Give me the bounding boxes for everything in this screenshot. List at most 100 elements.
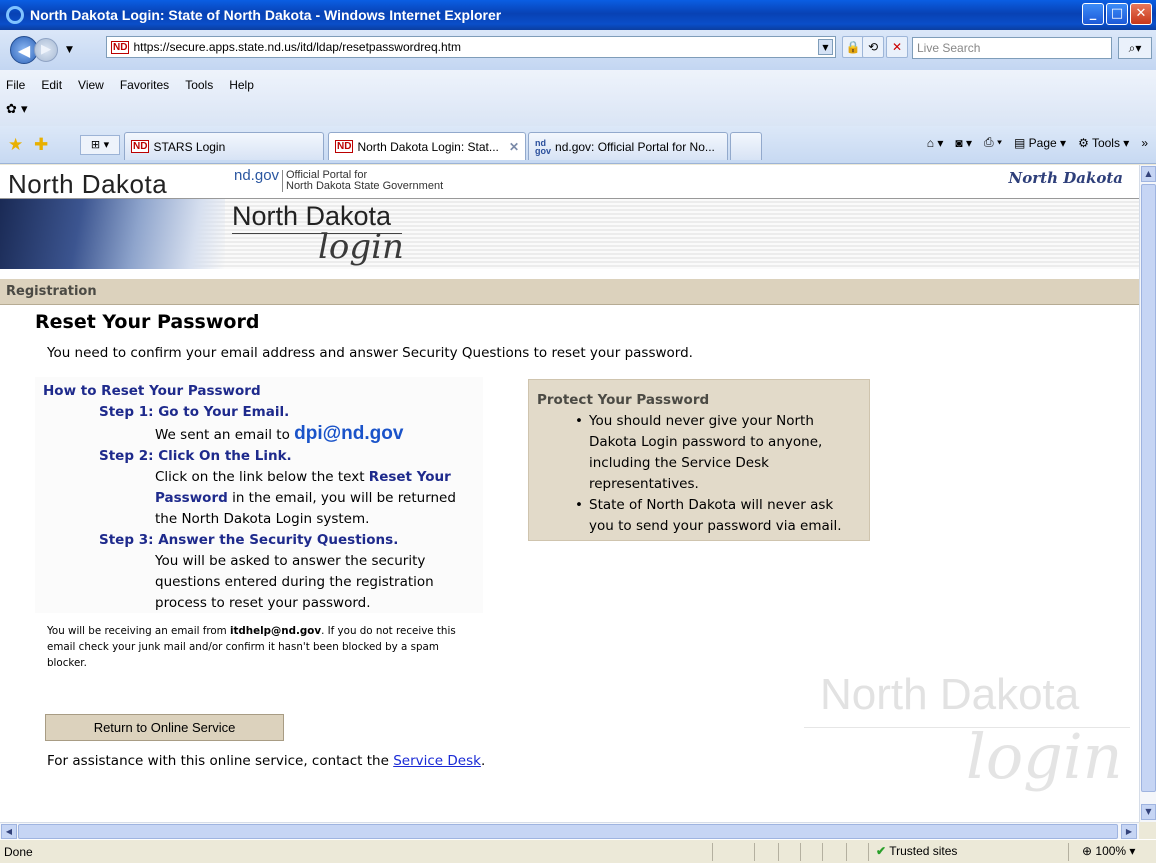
banner-login: login [318, 227, 404, 267]
tab-label: North Dakota Login: Stat... [357, 139, 499, 154]
close-button[interactable]: ✕ [1130, 3, 1152, 25]
window-title-bar: North Dakota Login: State of North Dakot… [0, 0, 1156, 30]
scroll-left-icon[interactable]: ◀ [1, 824, 17, 839]
status-bar: Done ✔ Trusted sites ⊕ 100% ▾ [0, 839, 1156, 863]
address-toolbar: ◀ ▶ ▼ ND https://secure.apps.state.nd.us… [0, 30, 1156, 70]
security-zone[interactable]: ✔ Trusted sites [876, 844, 957, 858]
watermark-line2: login [966, 720, 1123, 793]
home-icon[interactable]: ⌂ ▾ [927, 136, 944, 150]
zoom-level-label: 100% [1095, 844, 1127, 858]
assist-text: For assistance with this online service,… [47, 753, 389, 769]
nd-favicon-icon: ND [131, 140, 150, 153]
protect-list: You should never give your North Dakota … [537, 411, 861, 537]
add-favorite-icon[interactable]: ✚ [34, 135, 48, 155]
status-divider [712, 843, 713, 861]
step-1-text: We sent an email to dpi@nd.gov [43, 423, 475, 446]
site-header: North Dakota nd.gov Official Portal for … [0, 165, 1139, 199]
section-header: Registration [0, 279, 1139, 305]
status-divider [1068, 843, 1069, 861]
close-tab-icon[interactable]: ✕ [509, 140, 519, 154]
vertical-scroll-thumb[interactable] [1141, 184, 1156, 792]
ndgov-logo[interactable]: nd.gov [234, 167, 279, 184]
lock-icon[interactable]: 🔒 [842, 36, 864, 58]
protect-password-panel: Protect Your Password You should never g… [528, 379, 870, 541]
status-divider [868, 843, 869, 861]
tab-north-dakota-login[interactable]: ND North Dakota Login: Stat... ✕ [328, 132, 526, 160]
toolbar-options-icon[interactable]: ✿ ▾ [6, 102, 28, 117]
tab-label: STARS Login [153, 139, 226, 154]
forward-button[interactable]: ▶ [34, 38, 58, 62]
page-menu[interactable]: ▤ Page ▾ [1014, 136, 1066, 150]
tools-menu-label: Tools [1091, 135, 1120, 150]
notice-text-a: You will be receiving an email from [47, 625, 227, 637]
scroll-down-icon[interactable]: ▼ [1141, 804, 1156, 820]
tab-bar: ★ ✚ ⊞ ▾ ND STARS Login ND North Dakota L… [0, 126, 1156, 164]
status-divider [846, 843, 847, 861]
maximize-button[interactable]: □ [1106, 3, 1128, 25]
status-divider [778, 843, 779, 861]
menu-view[interactable]: View [78, 78, 104, 92]
horizontal-scroll-thumb[interactable] [18, 824, 1118, 839]
zoom-level[interactable]: ⊕ 100% ▾ [1082, 844, 1135, 858]
new-tab-button[interactable] [730, 132, 762, 160]
scroll-up-icon[interactable]: ▲ [1141, 166, 1156, 182]
status-divider [800, 843, 801, 861]
stop-icon[interactable]: ✕ [886, 36, 908, 58]
favorites-center-icon[interactable]: ★ [8, 135, 23, 155]
horizontal-scrollbar[interactable]: ◀ ▶ [0, 822, 1139, 839]
tab-label: nd.gov: Official Portal for No... [555, 139, 715, 154]
minimize-button[interactable]: _ [1082, 3, 1104, 25]
tab-nd-gov-portal[interactable]: nd gov nd.gov: Official Portal for No... [528, 132, 728, 160]
menu-help[interactable]: Help [229, 78, 254, 92]
recent-pages-dropdown[interactable]: ▼ [66, 45, 73, 55]
tab-stars-login[interactable]: ND STARS Login [124, 132, 324, 160]
scroll-corner [1139, 822, 1156, 839]
menu-tools[interactable]: Tools [185, 78, 213, 92]
status-divider [822, 843, 823, 861]
service-desk-link[interactable]: Service Desk [393, 753, 481, 769]
search-input[interactable]: Live Search [912, 37, 1112, 59]
intro-text: You need to confirm your email address a… [47, 345, 693, 361]
site-wordmark: North Dakota [8, 169, 168, 199]
quick-tabs-button[interactable]: ⊞ ▾ [80, 135, 120, 155]
page-title: Reset Your Password [35, 311, 260, 333]
scroll-right-icon[interactable]: ▶ [1121, 824, 1137, 839]
refresh-icon[interactable]: ⟲ [862, 36, 884, 58]
security-zone-label: Trusted sites [889, 844, 958, 858]
protect-heading: Protect Your Password [537, 392, 710, 408]
protect-list-item: You should never give your North Dakota … [537, 411, 861, 495]
menu-edit[interactable]: Edit [41, 78, 62, 92]
window-controls: _ □ ✕ [1082, 3, 1152, 25]
menu-favorites[interactable]: Favorites [120, 78, 169, 92]
protect-list-item: State of North Dakota will never ask you… [537, 495, 861, 537]
step-3-heading: Step 3: Answer the Security Questions. [99, 532, 399, 548]
keyboard-photo [0, 199, 225, 269]
nd-gov-favicon-icon: nd gov [535, 137, 552, 156]
nd-favicon-icon: ND [335, 140, 354, 153]
step-2-heading: Step 2: Click On the Link. [99, 448, 292, 464]
command-bar: ⌂ ▾ ◙ ▾ ⎙ ▾ ▤ Page ▾ ⚙ Tools ▾ » [927, 135, 1148, 150]
search-button[interactable]: ⌕▾ [1118, 37, 1152, 59]
chevron-right-icon[interactable]: » [1141, 136, 1148, 150]
feeds-icon[interactable]: ◙ ▾ [955, 136, 972, 150]
menu-file[interactable]: File [6, 78, 25, 92]
legendary-logo[interactable]: North Dakota [1009, 169, 1123, 187]
north-dakota-login-watermark: North Dakota login [800, 670, 1130, 820]
status-text: Done [4, 845, 33, 859]
address-url[interactable]: https://secure.apps.state.nd.us/itd/ldap… [133, 40, 461, 54]
print-icon[interactable]: ⎙ ▾ [984, 135, 1002, 150]
watermark-line1: North Dakota [820, 670, 1080, 719]
vertical-scrollbar[interactable]: ▲ ▼ [1139, 165, 1156, 822]
assistance-text: For assistance with this online service,… [47, 753, 485, 769]
check-icon: ✔ [876, 844, 887, 858]
step-1-heading: Step 1: Go to Your Email. [99, 404, 290, 420]
howto-heading: How to Reset Your Password [43, 383, 261, 399]
address-bar[interactable]: ND https://secure.apps.state.nd.us/itd/l… [106, 36, 836, 58]
email-notice: You will be receiving an email from itdh… [47, 623, 477, 671]
page-viewport: North Dakota nd.gov Official Portal for … [0, 165, 1139, 822]
tools-menu[interactable]: ⚙ Tools ▾ [1078, 136, 1129, 150]
ie-logo-icon [6, 6, 24, 24]
address-dropdown-button[interactable]: ▼ [818, 39, 833, 55]
step-2-text-a: Click on the link below the text [155, 469, 365, 485]
return-to-online-service-button[interactable]: Return to Online Service [45, 714, 284, 741]
